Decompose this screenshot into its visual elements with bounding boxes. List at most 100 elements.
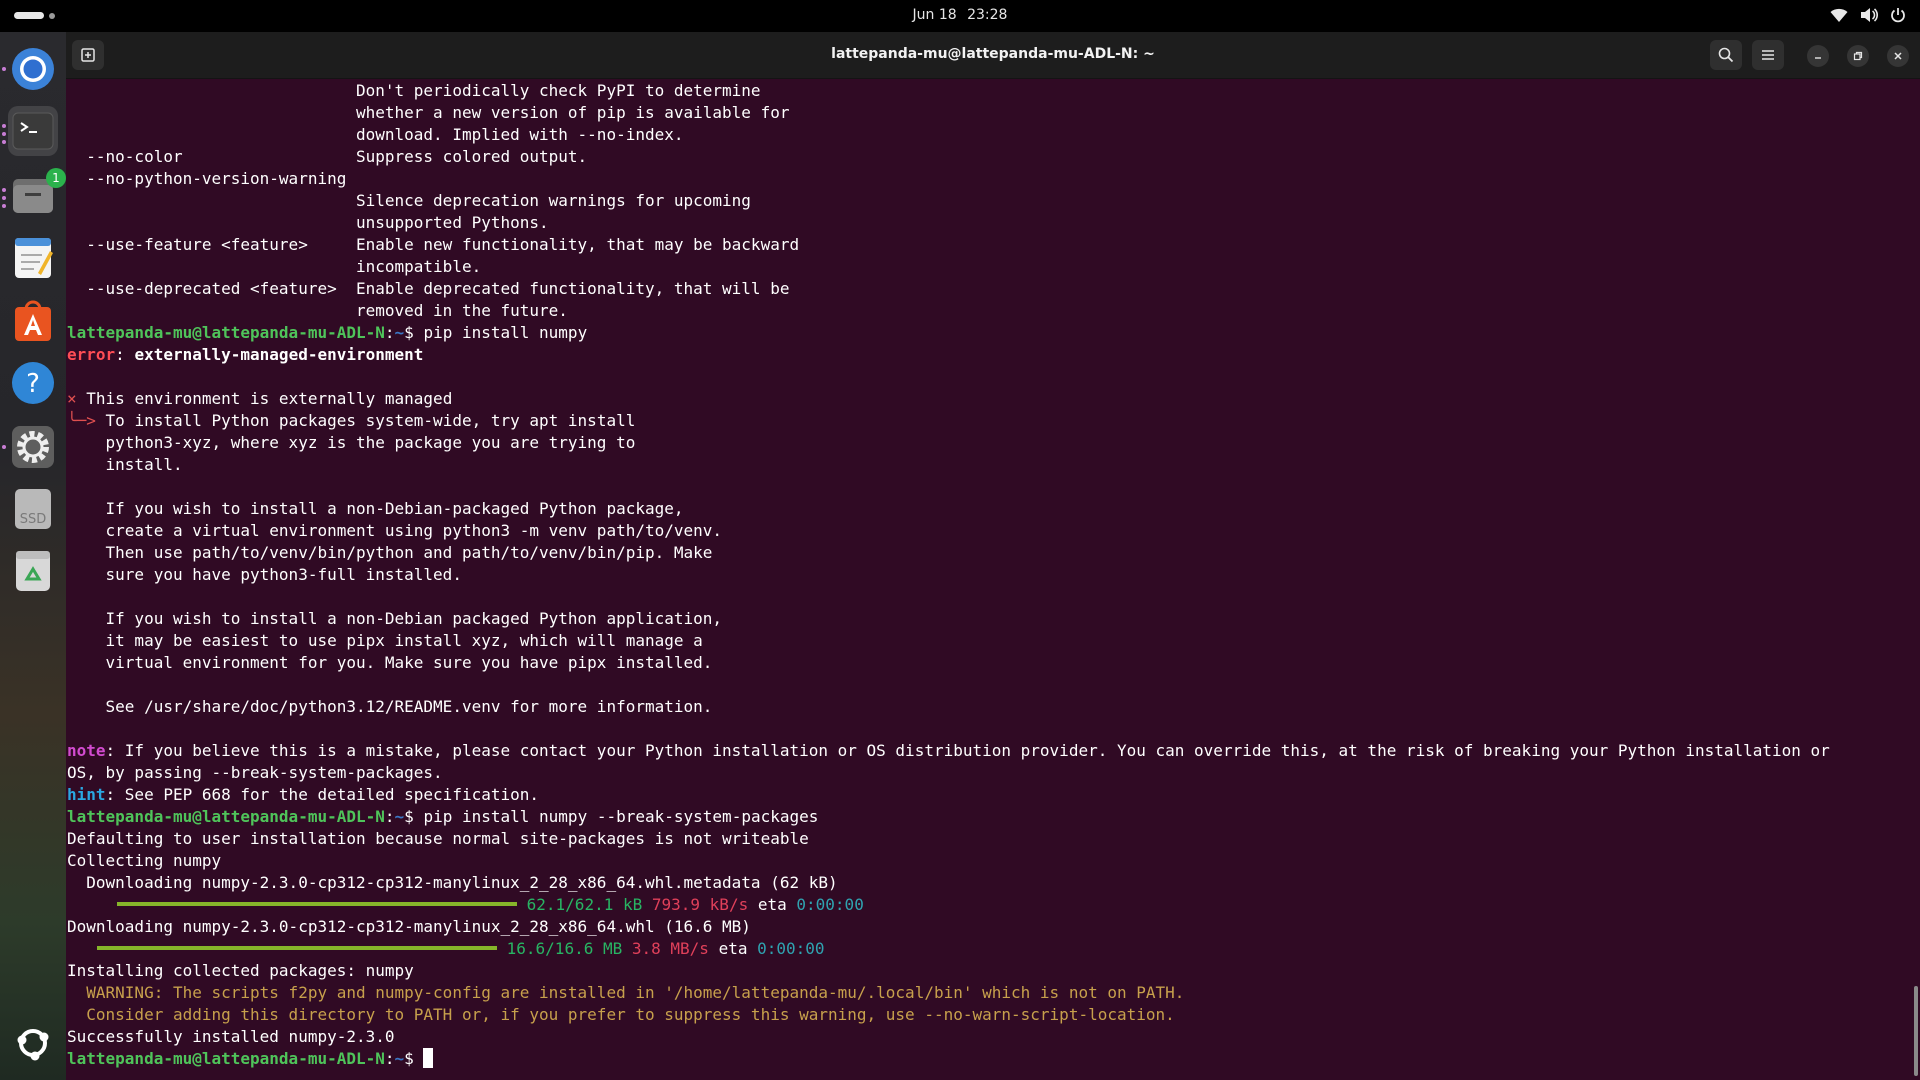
running-indicator xyxy=(2,445,6,449)
output-line: Installing collected packages: numpy xyxy=(67,961,414,980)
trash-icon xyxy=(16,551,50,591)
managed-detail-line: If you wish to install a non-Debian-pack… xyxy=(67,499,684,518)
command-text: pip install numpy xyxy=(423,323,588,342)
search-button[interactable] xyxy=(1710,40,1742,70)
error-line: error: externally-managed-environment xyxy=(67,345,424,364)
drive-icon: SSD xyxy=(15,489,51,529)
prompt-line: lattepanda-mu@lattepanda-mu-ADL-N:~$ pip… xyxy=(67,323,588,342)
managed-detail-line xyxy=(67,586,1902,608)
running-indicator xyxy=(2,132,6,136)
running-indicator xyxy=(2,124,6,128)
dock-show-apps[interactable] xyxy=(8,1018,58,1068)
minimize-icon xyxy=(1815,57,1821,59)
hint-message: : See PEP 668 for the detailed specifica… xyxy=(105,785,540,804)
progress-bar xyxy=(117,902,517,906)
minimize-button[interactable] xyxy=(1807,45,1829,67)
restore-icon xyxy=(1853,51,1863,61)
managed-detail-line: Then use path/to/venv/bin/python and pat… xyxy=(67,543,713,562)
clock-date: Jun 18 xyxy=(912,7,957,23)
dock-trash[interactable] xyxy=(8,546,58,596)
scrollbar[interactable] xyxy=(1914,986,1918,1076)
wifi-icon xyxy=(1830,8,1848,22)
clock-time: 23:28 xyxy=(967,7,1008,23)
prompt-user: lattepanda-mu@lattepanda-mu-ADL-N xyxy=(67,1049,385,1068)
managed-detail-line: it may be easiest to use pipx install xy… xyxy=(67,631,703,650)
help-line: --no-python-version-warning xyxy=(67,169,347,188)
running-indicator xyxy=(2,196,6,200)
help-line: incompatible. xyxy=(67,257,482,276)
progress-bar xyxy=(97,946,497,950)
prompt-path: ~ xyxy=(394,323,405,342)
output-line: Downloading numpy-2.3.0-cp312-cp312-many… xyxy=(67,873,838,892)
dock-files[interactable]: 1 xyxy=(8,168,66,220)
managed-detail-line: virtual environment for you. Make sure y… xyxy=(67,653,713,672)
window-title: lattepanda-mu@lattepanda-mu-ADL-N: ~ xyxy=(831,46,1155,62)
error-label: error xyxy=(67,345,116,364)
arrow-glyph: ╰─> xyxy=(67,411,96,430)
menu-button[interactable] xyxy=(1752,40,1784,70)
terminal-output[interactable]: Don't periodically check PyPI to determi… xyxy=(67,78,1902,1080)
managed-line: × This environment is externally managed xyxy=(67,388,1902,410)
help-line: Silence deprecation warnings for upcomin… xyxy=(67,191,751,210)
running-indicator xyxy=(2,188,6,192)
help-line: --use-feature <feature> Enable new funct… xyxy=(67,235,800,254)
eta-label: eta xyxy=(757,895,787,914)
hamburger-menu-icon xyxy=(1762,50,1774,60)
progress-speed: 793.9 kB/s xyxy=(651,895,749,914)
running-indicator xyxy=(2,140,6,144)
dock-app-center[interactable] xyxy=(8,296,58,346)
prompt-line: lattepanda-mu@lattepanda-mu-ADL-N:~$ pip… xyxy=(67,807,819,826)
managed-detail-text: To install Python packages system-wide, … xyxy=(95,411,636,430)
text-cursor xyxy=(423,1048,434,1068)
close-icon xyxy=(1894,52,1902,60)
managed-detail-line: If you wish to install a non-Debian pack… xyxy=(67,609,723,628)
terminal-window: lattepanda-mu@lattepanda-mu-ADL-N: ~ Don… xyxy=(66,32,1920,1080)
output-line: Defaulting to user installation because … xyxy=(67,829,809,848)
restore-button[interactable] xyxy=(1847,45,1869,67)
app-center-icon xyxy=(15,300,51,341)
running-indicator xyxy=(2,204,6,208)
output-line: Downloading numpy-2.3.0-cp312-cp312-many… xyxy=(67,917,751,936)
clock[interactable]: Jun 18 23:28 xyxy=(0,7,1920,23)
dock-help[interactable]: ? xyxy=(8,358,58,408)
files-badge: 1 xyxy=(46,168,66,188)
progress-line: 62.1/62.1 kB 793.9 kB/s eta 0:00:00 xyxy=(67,894,1902,916)
help-line: unsupported Pythons. xyxy=(67,213,549,232)
warning-line: WARNING: The scripts f2py and numpy-conf… xyxy=(67,983,1185,1002)
progress-size: 62.1/62.1 kB xyxy=(526,895,643,914)
dock-ssd-drive[interactable]: SSD xyxy=(8,484,58,534)
prompt-user: lattepanda-mu@lattepanda-mu-ADL-N xyxy=(67,323,385,342)
dock-settings[interactable] xyxy=(8,422,58,472)
system-tray[interactable] xyxy=(1830,7,1906,23)
dock-text-editor[interactable] xyxy=(8,232,58,282)
managed-detail-line: python3-xyz, where xyz is the package yo… xyxy=(67,433,636,452)
ssd-label: SSD xyxy=(20,512,47,527)
managed-detail-line xyxy=(67,476,1902,498)
settings-gear-icon xyxy=(12,426,54,468)
close-button[interactable] xyxy=(1887,45,1909,67)
note-label: note xyxy=(67,741,106,760)
prompt-user: lattepanda-mu@lattepanda-mu-ADL-N xyxy=(67,807,385,826)
managed-detail-line: sure you have python3-full installed. xyxy=(67,565,462,584)
help-line: --use-deprecated <feature> Enable deprec… xyxy=(67,279,790,298)
top-bar: Jun 18 23:28 xyxy=(0,0,1920,32)
eta-label: eta xyxy=(718,939,748,958)
prompt-path: ~ xyxy=(394,807,405,826)
progress-line: 16.6/16.6 MB 3.8 MB/s eta 0:00:00 xyxy=(67,938,1902,960)
hint-label: hint xyxy=(67,785,106,804)
eta-value: 0:00:00 xyxy=(796,895,864,914)
dock-chromium[interactable] xyxy=(8,44,58,94)
note-line: OS, by passing --break-system-packages. xyxy=(67,763,443,782)
prompt-line[interactable]: lattepanda-mu@lattepanda-mu-ADL-N:~$ xyxy=(67,1048,1902,1070)
managed-detail-line: install. xyxy=(67,455,183,474)
output-line: Successfully installed numpy-2.3.0 xyxy=(67,1027,395,1046)
title-bar[interactable]: lattepanda-mu@lattepanda-mu-ADL-N: ~ xyxy=(66,32,1920,79)
managed-text: This environment is externally managed xyxy=(76,389,453,408)
help-line: download. Implied with --no-index. xyxy=(67,125,684,144)
volume-icon xyxy=(1861,8,1878,22)
help-line: Don't periodically check PyPI to determi… xyxy=(67,81,761,100)
warning-line: Consider adding this directory to PATH o… xyxy=(67,1005,1175,1024)
managed-detail-line: ╰─> To install Python packages system-wi… xyxy=(67,410,1902,432)
dock-terminal[interactable] xyxy=(8,106,58,156)
